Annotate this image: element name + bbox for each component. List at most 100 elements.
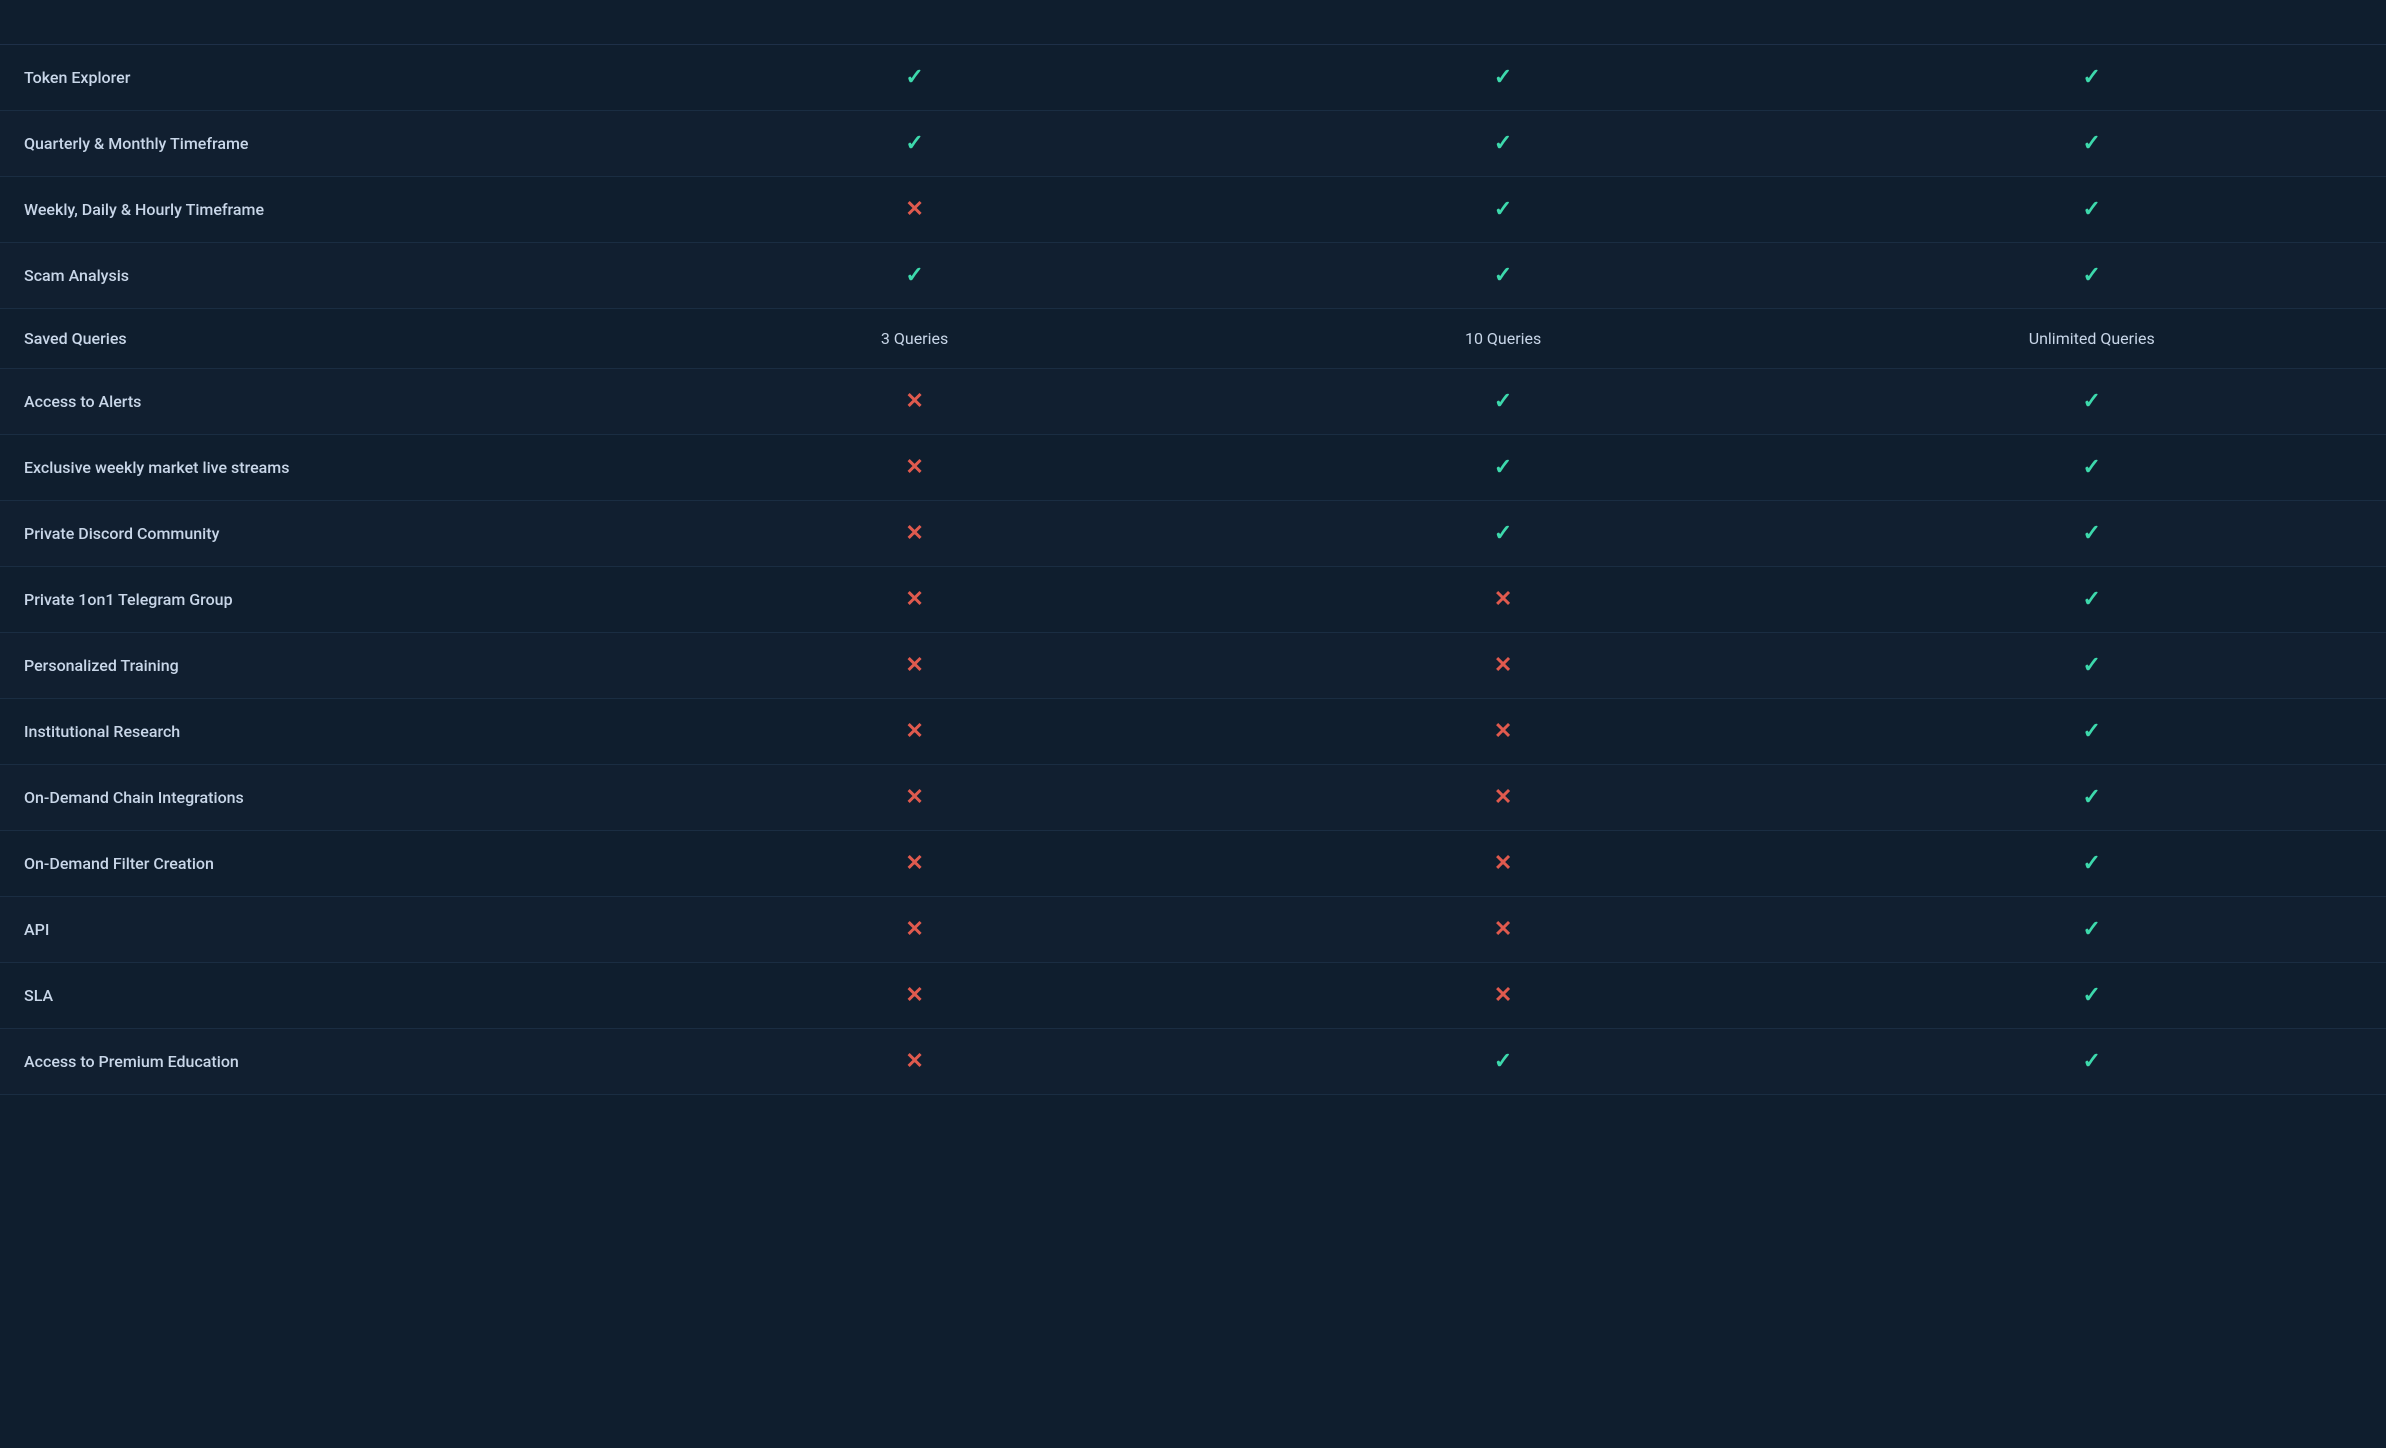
feature-name: Personalized Training — [0, 633, 620, 699]
feature-name: Access to Premium Education — [0, 1029, 620, 1095]
pro-value: ✓ — [1209, 369, 1798, 435]
enterprise-value: ✓ — [1797, 45, 2386, 111]
feature-name: Institutional Research — [0, 699, 620, 765]
table-row: On-Demand Chain Integrations✕✕✓ — [0, 765, 2386, 831]
feature-name: Token Explorer — [0, 45, 620, 111]
check-icon: ✓ — [2082, 521, 2100, 546]
enterprise-plan-header — [1797, 0, 2386, 45]
pricing-table-container: Token Explorer✓✓✓Quarterly & Monthly Tim… — [0, 0, 2386, 1095]
check-icon: ✓ — [1494, 197, 1512, 222]
enterprise-value: ✓ — [1797, 963, 2386, 1029]
free-value: ✕ — [620, 897, 1209, 963]
cross-icon: ✕ — [1494, 653, 1512, 678]
check-icon: ✓ — [2082, 455, 2100, 480]
feature-name: Private 1on1 Telegram Group — [0, 567, 620, 633]
pro-value: ✕ — [1209, 633, 1798, 699]
feature-name: On-Demand Chain Integrations — [0, 765, 620, 831]
cross-icon: ✕ — [905, 521, 923, 546]
check-icon: ✓ — [2082, 65, 2100, 90]
cross-icon: ✕ — [1494, 983, 1512, 1008]
free-value: ✕ — [620, 501, 1209, 567]
table-row: Saved Queries3 Queries10 QueriesUnlimite… — [0, 309, 2386, 369]
enterprise-value: ✓ — [1797, 765, 2386, 831]
feature-name: Weekly, Daily & Hourly Timeframe — [0, 177, 620, 243]
pro-value: ✕ — [1209, 567, 1798, 633]
check-icon: ✓ — [2082, 1049, 2100, 1074]
cross-icon: ✕ — [905, 587, 923, 612]
cross-icon: ✕ — [1494, 587, 1512, 612]
free-plan-header — [620, 0, 1209, 45]
cross-icon: ✕ — [905, 653, 923, 678]
pro-value: ✓ — [1209, 501, 1798, 567]
check-icon: ✓ — [2082, 131, 2100, 156]
enterprise-value: ✓ — [1797, 369, 2386, 435]
enterprise-value: ✓ — [1797, 831, 2386, 897]
cross-icon: ✕ — [905, 455, 923, 480]
cross-icon: ✕ — [905, 197, 923, 222]
pro-value: ✓ — [1209, 45, 1798, 111]
free-value: ✓ — [620, 111, 1209, 177]
table-row: Private 1on1 Telegram Group ✕ ✕ ✓ — [0, 567, 2386, 633]
check-icon: ✓ — [2082, 719, 2100, 744]
check-icon: ✓ — [2082, 983, 2100, 1008]
pro-value: ✕ — [1209, 963, 1798, 1029]
check-icon: ✓ — [2082, 587, 2100, 612]
table-row: API✕✕✓ — [0, 897, 2386, 963]
feature-name: Access to Alerts — [0, 369, 620, 435]
check-icon: ✓ — [1494, 521, 1512, 546]
enterprise-value: ✓ — [1797, 111, 2386, 177]
table-row: Token Explorer ✓ ✓ ✓ — [0, 45, 2386, 111]
free-value: ✕ — [620, 177, 1209, 243]
feature-column-header — [0, 0, 620, 45]
cross-icon: ✕ — [1494, 785, 1512, 810]
feature-name: Quarterly & Monthly Timeframe — [0, 111, 620, 177]
pricing-table: Token Explorer✓✓✓Quarterly & Monthly Tim… — [0, 0, 2386, 1095]
check-icon: ✓ — [905, 65, 923, 90]
cross-icon: ✕ — [1494, 851, 1512, 876]
check-icon: ✓ — [2082, 917, 2100, 942]
free-value: ✕ — [620, 369, 1209, 435]
free-value: ✕ — [620, 633, 1209, 699]
free-value: ✕ — [620, 699, 1209, 765]
table-row: Exclusive weekly market live streams✕✓✓ — [0, 435, 2386, 501]
free-value: ✓ — [620, 45, 1209, 111]
check-icon: ✓ — [2082, 785, 2100, 810]
check-icon: ✓ — [2082, 197, 2100, 222]
free-value: ✕ — [620, 1029, 1209, 1095]
pro-value: 10 Queries — [1209, 309, 1798, 369]
cross-icon: ✕ — [905, 917, 923, 942]
feature-name: Scam Analysis — [0, 243, 620, 309]
enterprise-value: ✓ — [1797, 567, 2386, 633]
check-icon: ✓ — [1494, 389, 1512, 414]
free-value: ✕ — [620, 567, 1209, 633]
text-value: 10 Queries — [1465, 329, 1541, 348]
enterprise-value: Unlimited Queries — [1797, 309, 2386, 369]
check-icon: ✓ — [1494, 1049, 1512, 1074]
check-icon: ✓ — [1494, 131, 1512, 156]
table-row: Scam Analysis✓✓✓ — [0, 243, 2386, 309]
feature-name: SLA — [0, 963, 620, 1029]
text-value: Unlimited Queries — [2029, 329, 2155, 348]
feature-name: Private Discord Community — [0, 501, 620, 567]
text-value: 3 Queries — [881, 329, 948, 348]
table-row: SLA✕✕✓ — [0, 963, 2386, 1029]
cross-icon: ✕ — [905, 389, 923, 414]
table-row: Weekly, Daily & Hourly Timeframe ✕ ✓ ✓ — [0, 177, 2386, 243]
free-value: 3 Queries — [620, 309, 1209, 369]
cross-icon: ✕ — [905, 851, 923, 876]
check-icon: ✓ — [2082, 263, 2100, 288]
enterprise-value: ✓ — [1797, 243, 2386, 309]
cross-icon: ✕ — [905, 719, 923, 744]
pro-value: ✓ — [1209, 177, 1798, 243]
header-row — [0, 0, 2386, 45]
pro-value: ✓ — [1209, 435, 1798, 501]
cross-icon: ✕ — [905, 1049, 923, 1074]
pro-value: ✕ — [1209, 831, 1798, 897]
check-icon: ✓ — [1494, 455, 1512, 480]
free-value: ✕ — [620, 963, 1209, 1029]
enterprise-value: ✓ — [1797, 633, 2386, 699]
table-row: On-Demand Filter Creation✕✕✓ — [0, 831, 2386, 897]
pro-value: ✓ — [1209, 243, 1798, 309]
check-icon: ✓ — [2082, 851, 2100, 876]
pro-value: ✕ — [1209, 699, 1798, 765]
